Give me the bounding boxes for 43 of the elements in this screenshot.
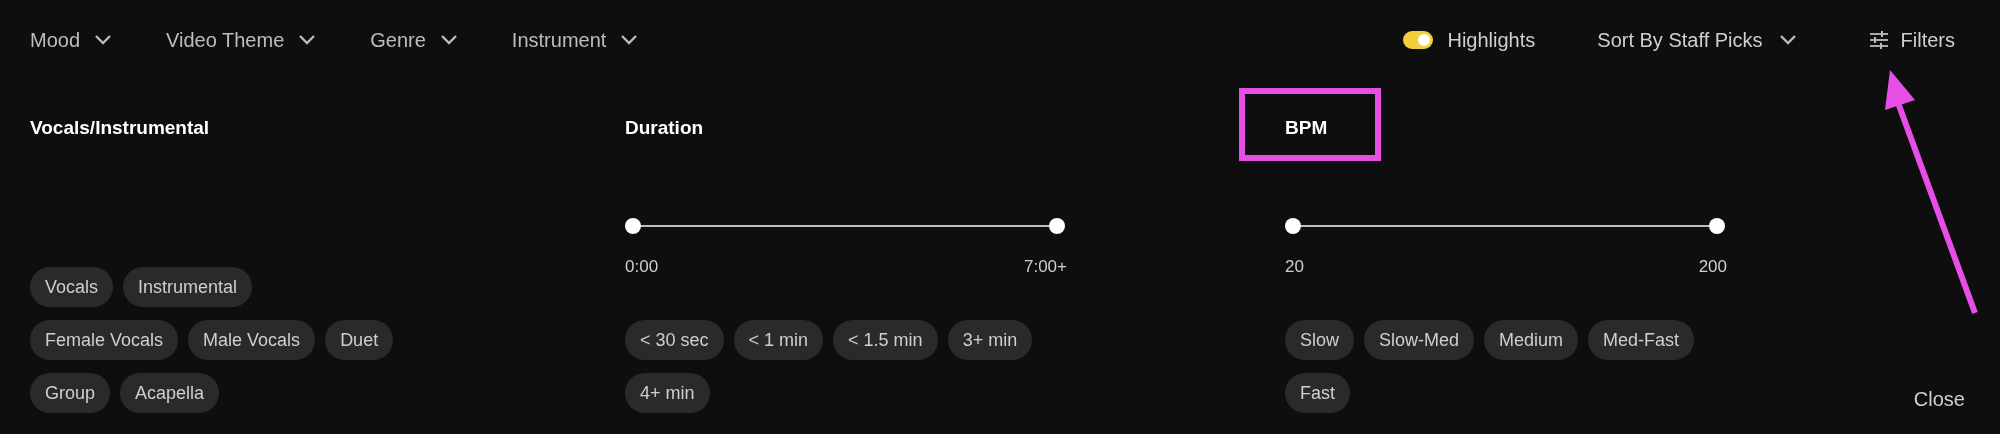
highlights-toggle[interactable]	[1403, 31, 1434, 49]
filter-chip[interactable]: < 1 min	[733, 320, 824, 360]
filter-chip[interactable]: Med-Fast	[1588, 320, 1695, 360]
filter-chip[interactable]: Female Vocals	[30, 320, 179, 360]
slider-thumb[interactable]	[1709, 218, 1725, 234]
slider-thumb[interactable]	[1049, 218, 1065, 234]
section-title: Duration	[625, 116, 704, 140]
sliders-icon	[1868, 31, 1889, 49]
filter-chip[interactable]: 3+ min	[947, 320, 1033, 360]
range-max-label: 7:00+	[1024, 256, 1067, 278]
filter-chip[interactable]: Group	[30, 373, 111, 413]
range-min-label: 20	[1285, 256, 1304, 278]
filter-chip[interactable]: Fast	[1285, 373, 1350, 413]
filter-chip[interactable]: Slow	[1285, 320, 1354, 360]
section-title: BPM	[1285, 116, 1328, 140]
filter-chip[interactable]: Vocals	[30, 267, 114, 307]
section-title: Vocals/Instrumental	[30, 116, 210, 140]
filter-chip[interactable]: Acapella	[120, 373, 220, 413]
sort-dropdown[interactable]: Sort By Staff Picks	[1597, 25, 1797, 55]
dropdown-button[interactable]: Mood	[30, 25, 113, 55]
close-button[interactable]: Close	[1913, 384, 1965, 414]
filter-chip[interactable]: Medium	[1484, 320, 1579, 360]
highlights-label: Highlights	[1447, 28, 1536, 53]
range-max-label: 200	[1698, 256, 1727, 278]
dropdown-button[interactable]: Video Theme	[166, 25, 317, 55]
chevron-down-icon	[298, 34, 317, 46]
dropdown-button[interactable]: Genre	[370, 25, 458, 55]
range-min-label: 0:00	[625, 256, 659, 278]
chevron-down-icon	[94, 34, 113, 46]
chevron-down-icon	[439, 34, 458, 46]
filter-chip[interactable]: Slow-Med	[1364, 320, 1475, 360]
chevron-down-icon	[620, 34, 639, 46]
filter-chip[interactable]: < 1.5 min	[833, 320, 938, 360]
filter-chip[interactable]: 4+ min	[625, 373, 710, 413]
filters-button[interactable]: Filters	[1868, 25, 1955, 55]
slider-thumb[interactable]	[625, 218, 641, 234]
dropdown-button[interactable]: Instrument	[511, 25, 639, 55]
chevron-down-icon	[1778, 34, 1797, 46]
filter-chip[interactable]: Male Vocals	[188, 320, 316, 360]
slider-thumb[interactable]	[1285, 218, 1301, 234]
filter-chip[interactable]: Instrumental	[123, 267, 253, 307]
filter-chip[interactable]: Duet	[325, 320, 394, 360]
filter-chip[interactable]: < 30 sec	[625, 320, 724, 360]
